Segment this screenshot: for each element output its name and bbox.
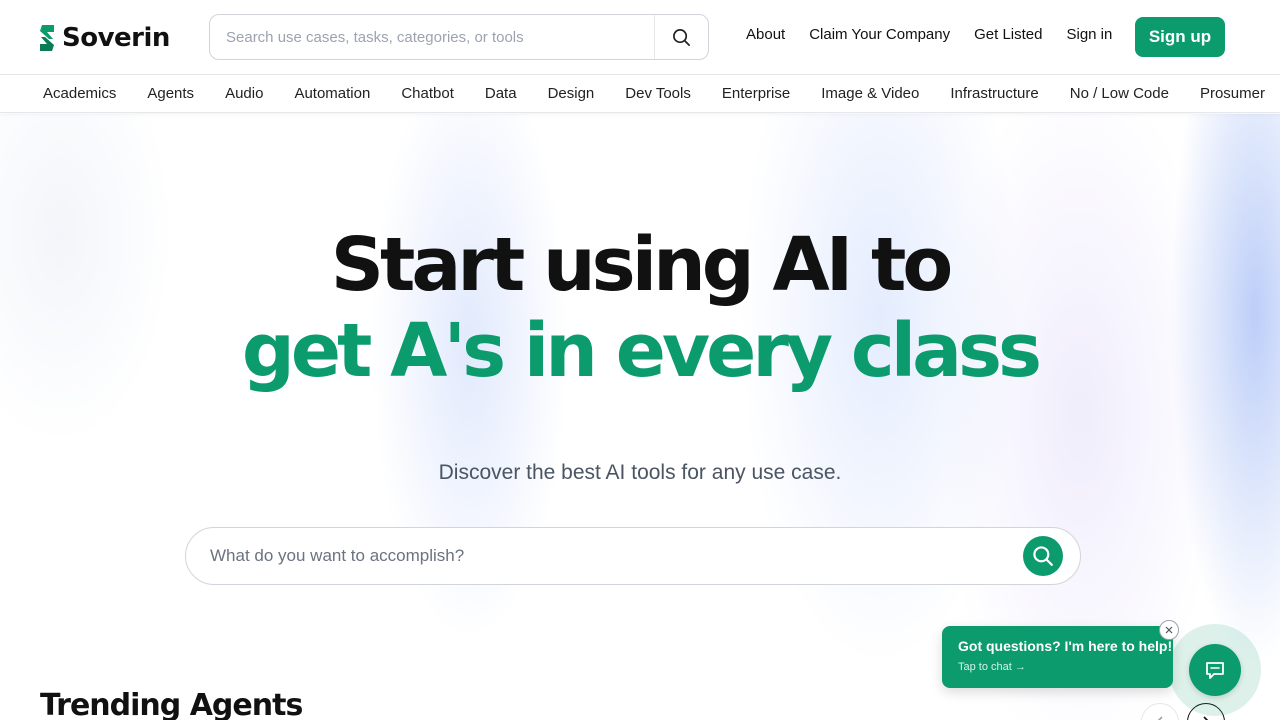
category-infrastructure[interactable]: Infrastructure: [950, 85, 1038, 102]
search-icon: [673, 28, 690, 46]
category-chatbot[interactable]: Chatbot: [401, 85, 454, 102]
chat-prompt-title: Got questions? I'm here to help!: [958, 638, 1173, 654]
sign-up-button[interactable]: Sign up: [1135, 17, 1225, 57]
hero-title-line-2: get A's in every class: [241, 308, 1042, 394]
hero-search-input[interactable]: [186, 528, 1023, 584]
category-no-low-code[interactable]: No / Low Code: [1070, 85, 1169, 102]
category-enterprise[interactable]: Enterprise: [722, 85, 790, 102]
chat-close-button[interactable]: [1159, 620, 1179, 640]
header-search-input[interactable]: [210, 15, 654, 59]
chevron-right-icon: [1203, 716, 1209, 720]
header-search-button[interactable]: [654, 15, 708, 59]
category-audio[interactable]: Audio: [225, 85, 263, 102]
nav-claim-company[interactable]: Claim Your Company: [809, 26, 950, 43]
category-data[interactable]: Data: [485, 85, 517, 102]
site-header: Soverin About Claim Your Company Get Lis…: [0, 0, 1280, 75]
category-agents[interactable]: Agents: [147, 85, 194, 102]
close-icon: [1165, 626, 1173, 634]
soverin-logo-icon: [40, 25, 54, 51]
brand-name: Soverin: [62, 23, 170, 53]
hero-search-button[interactable]: [1023, 536, 1063, 576]
hero-title-line-1: Start using AI to: [330, 222, 954, 308]
category-bar: Academics Agents Audio Automation Chatbo…: [0, 75, 1280, 113]
trending-agents-heading: Trending Agents: [40, 688, 303, 720]
nav-sign-in[interactable]: Sign in: [1066, 26, 1112, 43]
hero-search: [185, 527, 1081, 585]
chevron-left-icon: [1157, 716, 1163, 720]
chat-prompt-bubble[interactable]: Got questions? I'm here to help! Tap to …: [942, 626, 1173, 688]
category-dev-tools[interactable]: Dev Tools: [625, 85, 691, 102]
category-design[interactable]: Design: [548, 85, 595, 102]
category-prosumer[interactable]: Prosumer: [1200, 85, 1265, 102]
nav-about[interactable]: About: [746, 26, 785, 43]
category-image-video[interactable]: Image & Video: [821, 85, 919, 102]
category-academics[interactable]: Academics: [43, 85, 116, 102]
chat-bubble-icon: [1206, 662, 1224, 679]
search-icon: [1033, 546, 1053, 566]
brand-logo[interactable]: Soverin: [38, 22, 170, 54]
category-automation[interactable]: Automation: [294, 85, 370, 102]
nav-get-listed[interactable]: Get Listed: [974, 26, 1042, 43]
chat-prompt-subtitle: Tap to chat →: [958, 661, 1026, 673]
header-search: [209, 14, 709, 60]
header-nav: About Claim Your Company Get Listed Sign…: [746, 26, 1112, 43]
hero-subtitle: Discover the best AI tools for any use c…: [438, 461, 842, 484]
chat-launcher-button[interactable]: [1189, 644, 1241, 696]
